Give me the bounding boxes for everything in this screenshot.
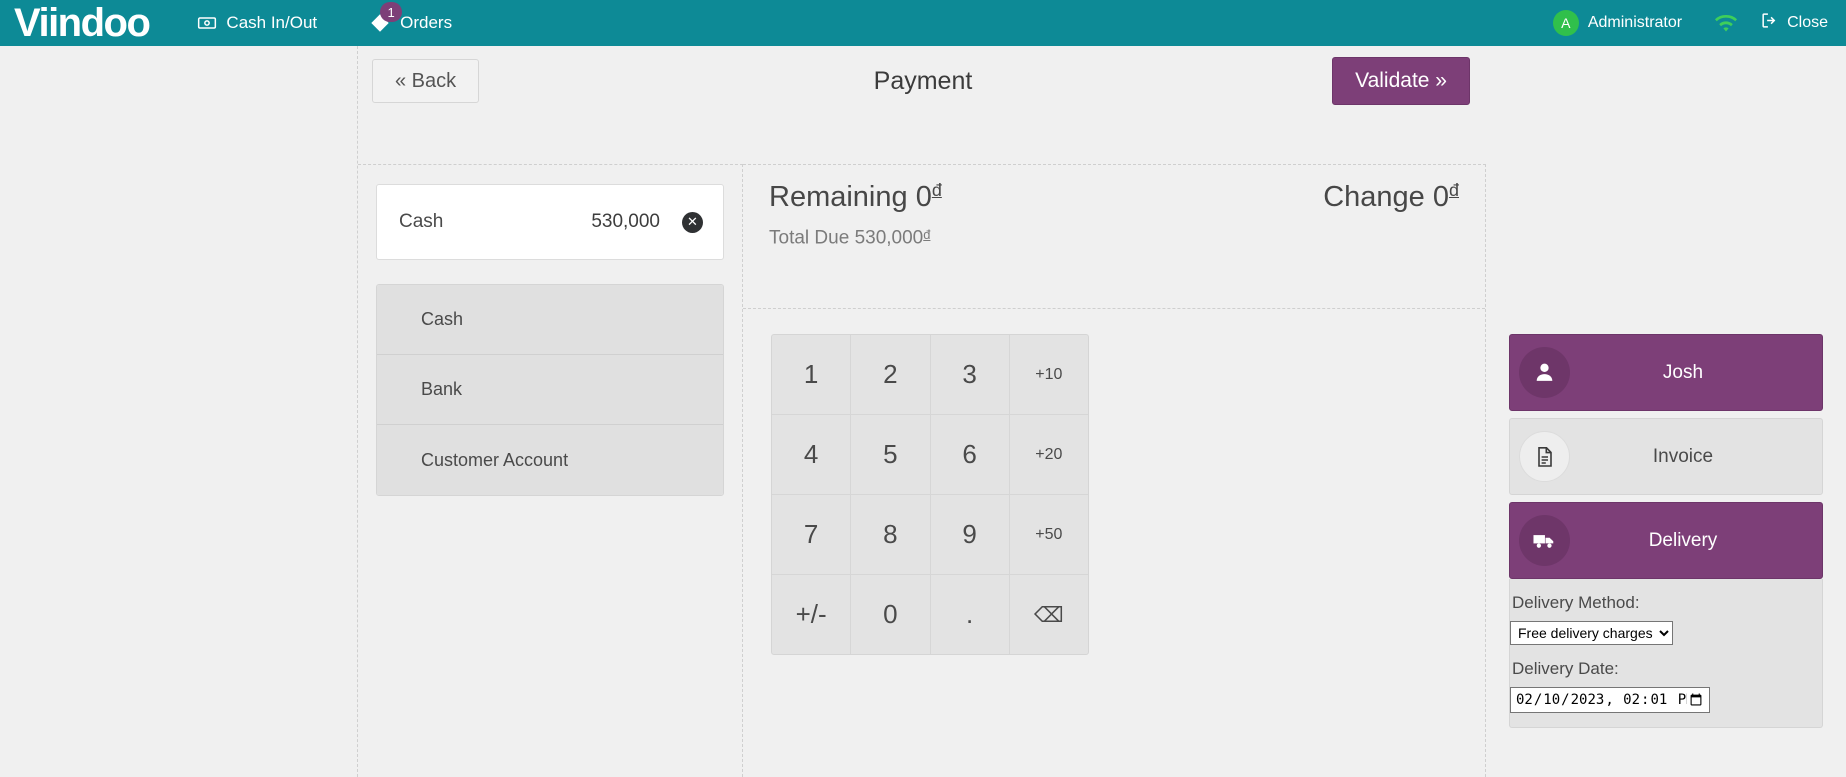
payment-method-label: Customer Account	[421, 450, 568, 471]
payment-line-name: Cash	[399, 211, 591, 233]
total-due-value: 530,000	[855, 227, 924, 248]
numpad-key-4[interactable]: 4	[772, 415, 850, 494]
change-value: 0	[1433, 181, 1449, 213]
customer-button[interactable]: Josh	[1509, 334, 1823, 411]
payment-detail-panel: Remaining 0đ Change 0đ Total Due 530,000…	[743, 164, 1486, 777]
delivery-label: Delivery	[1570, 530, 1822, 552]
payment-methods-panel: Cash 530,000 ✕ Cash Bank Customer Accoun…	[358, 164, 743, 777]
document-icon	[1519, 431, 1570, 482]
numpad-key-9[interactable]: 9	[931, 495, 1009, 574]
numpad: 1 2 3 +10 4 5 6 +20 7 8 9 +50 +/- 0 . ⌫	[771, 334, 1089, 655]
orders-count-badge: 1	[380, 2, 402, 22]
change-amount: Change 0đ	[1323, 180, 1459, 214]
remaining-amount: Remaining 0đ	[769, 180, 942, 214]
invoice-label: Invoice	[1570, 446, 1822, 468]
numpad-key-5[interactable]: 5	[851, 415, 929, 494]
numpad-key-7[interactable]: 7	[772, 495, 850, 574]
backspace-icon[interactable]: ⌫	[1010, 575, 1088, 654]
delivery-options: Delivery Method: Free delivery charges D…	[1509, 579, 1823, 728]
wifi-icon[interactable]	[1696, 14, 1756, 33]
payment-method-label: Bank	[421, 379, 462, 400]
nav-item-orders[interactable]: 1 Orders	[343, 0, 478, 46]
currency-symbol: đ	[923, 227, 930, 242]
banknote-icon	[197, 13, 217, 33]
delivery-button[interactable]: Delivery	[1509, 502, 1823, 579]
customer-name: Josh	[1570, 362, 1822, 384]
logout-icon	[1760, 11, 1779, 35]
back-button[interactable]: « Back	[372, 59, 479, 103]
user-menu[interactable]: A Administrator	[1539, 10, 1696, 36]
numpad-key-8[interactable]: 8	[851, 495, 929, 574]
total-due: Total Due 530,000đ	[769, 227, 1459, 250]
nav-label-cash-in-out: Cash In/Out	[226, 13, 317, 33]
numpad-key-0[interactable]: 0	[851, 575, 929, 654]
delivery-section: Delivery Delivery Method: Free delivery …	[1509, 502, 1823, 728]
pos-content: Payment « Back Validate » Cash 530,000 ✕…	[0, 46, 1846, 777]
top-bar-right: A Administrator Close	[1539, 0, 1846, 46]
top-bar: Viindoo Cash In/Out 1 Orders A Adm	[0, 0, 1846, 46]
user-name: Administrator	[1588, 14, 1682, 32]
delivery-date-label: Delivery Date:	[1510, 655, 1822, 687]
currency-symbol: đ	[1449, 180, 1459, 200]
delivery-date-input[interactable]	[1510, 687, 1710, 713]
numpad-key-6[interactable]: 6	[931, 415, 1009, 494]
payment-line[interactable]: Cash 530,000 ✕	[376, 184, 724, 260]
app-logo[interactable]: Viindoo	[0, 0, 171, 46]
delivery-method-select[interactable]: Free delivery charges	[1510, 621, 1673, 645]
nav-label-orders: Orders	[400, 13, 452, 33]
numpad-key-2[interactable]: 2	[851, 335, 929, 414]
totals-bar: Remaining 0đ Change 0đ Total Due 530,000…	[743, 165, 1485, 309]
remaining-label: Remaining	[769, 181, 908, 213]
remaining-value: 0	[916, 181, 932, 213]
numpad-key-plus20[interactable]: +20	[1010, 415, 1088, 494]
order-actions-panel: Josh Invoice	[1486, 334, 1846, 728]
numpad-key-3[interactable]: 3	[931, 335, 1009, 414]
person-icon	[1519, 347, 1570, 398]
numpad-key-decimal[interactable]: .	[931, 575, 1009, 654]
numpad-key-plus50[interactable]: +50	[1010, 495, 1088, 574]
payment-method-bank[interactable]: Bank	[377, 355, 723, 425]
payment-method-list: Cash Bank Customer Account	[376, 284, 724, 496]
payment-header: « Back Validate »	[358, 46, 1486, 116]
delivery-method-label: Delivery Method:	[1510, 589, 1822, 621]
truck-icon	[1519, 515, 1570, 566]
payment-method-cash[interactable]: Cash	[377, 285, 723, 355]
validate-button[interactable]: Validate »	[1332, 57, 1470, 104]
close-session-button[interactable]: Close	[1756, 11, 1846, 35]
top-nav: Cash In/Out 1 Orders	[171, 0, 478, 46]
invoice-button[interactable]: Invoice	[1509, 418, 1823, 495]
payment-line-amount: 530,000	[591, 211, 660, 233]
numpad-key-1[interactable]: 1	[772, 335, 850, 414]
payment-method-customer-account[interactable]: Customer Account	[377, 425, 723, 495]
payment-panels: Cash 530,000 ✕ Cash Bank Customer Accoun…	[358, 116, 1846, 777]
payment-method-label: Cash	[421, 309, 463, 330]
nav-item-cash-in-out[interactable]: Cash In/Out	[171, 0, 343, 46]
close-label: Close	[1787, 14, 1828, 32]
total-due-label: Total Due	[769, 227, 849, 248]
numpad-key-sign[interactable]: +/-	[772, 575, 850, 654]
currency-symbol: đ	[932, 180, 942, 200]
change-label: Change	[1323, 181, 1425, 213]
close-circle-icon[interactable]: ✕	[682, 212, 703, 233]
avatar: A	[1553, 10, 1579, 36]
numpad-key-plus10[interactable]: +10	[1010, 335, 1088, 414]
left-rail	[0, 46, 358, 777]
